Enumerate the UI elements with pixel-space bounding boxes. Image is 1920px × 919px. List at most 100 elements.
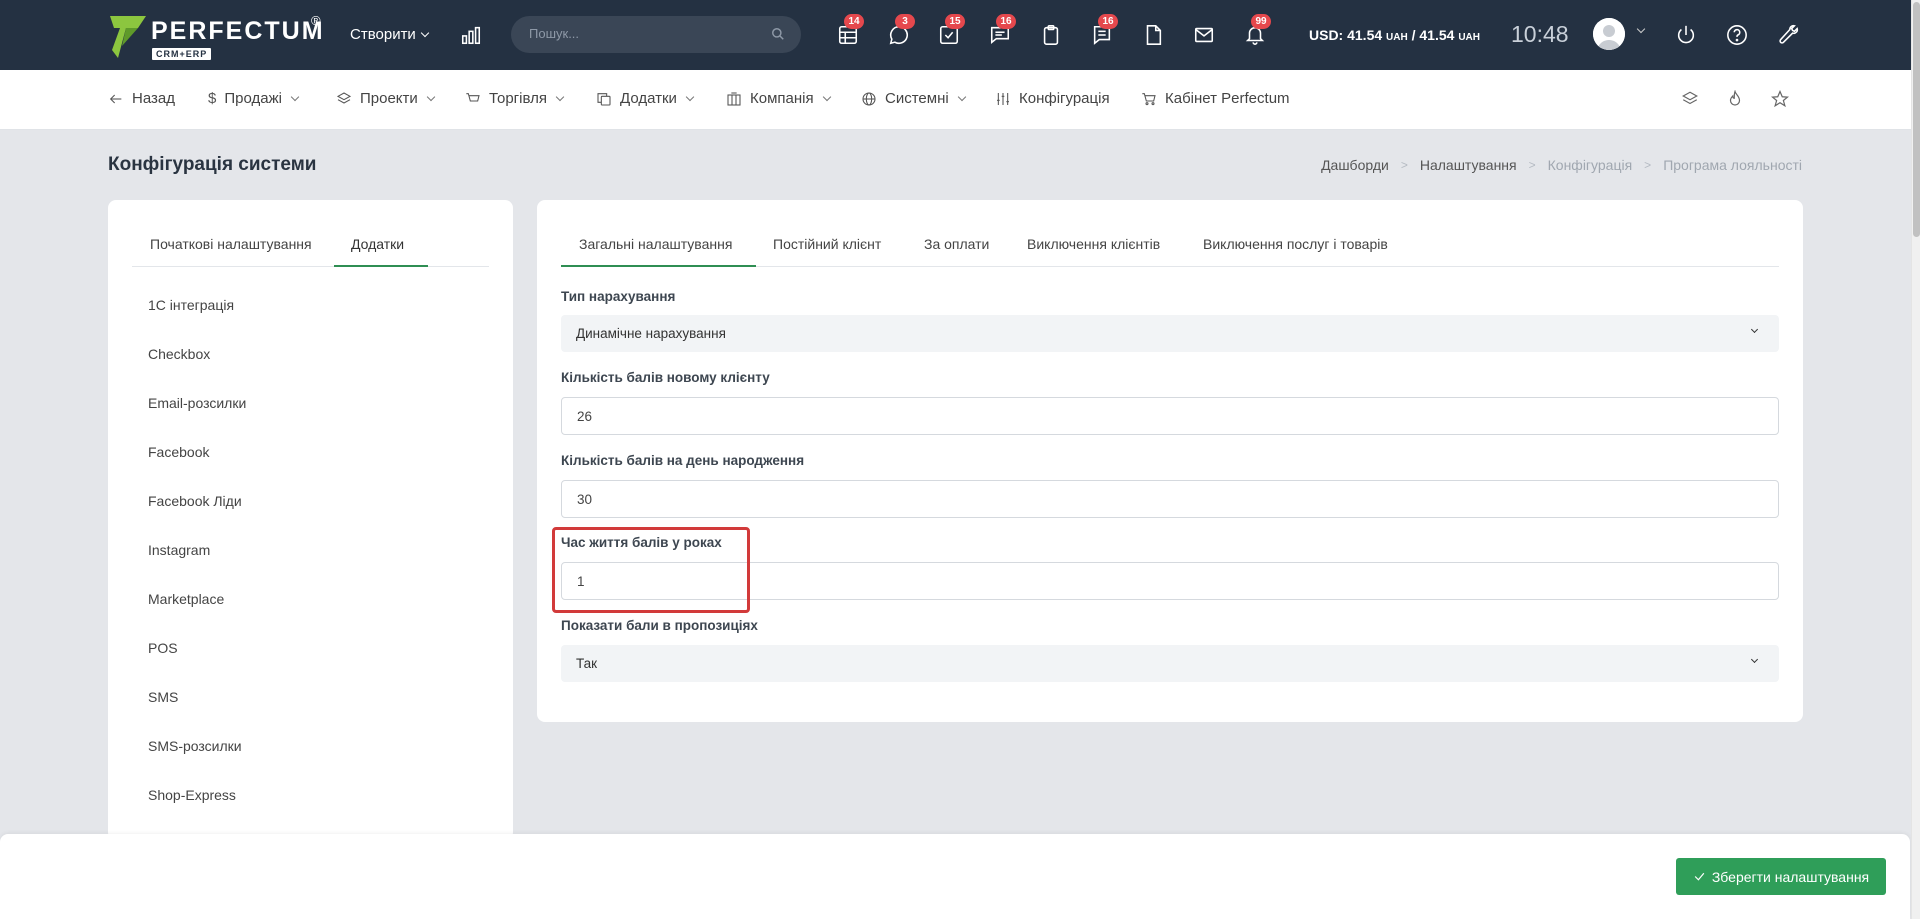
- shopping-cart-icon: [1142, 92, 1156, 105]
- chevron-down-icon: [822, 92, 831, 101]
- nav-projects[interactable]: Проекти: [336, 90, 436, 107]
- sidebar-item-sms[interactable]: SMS: [148, 689, 178, 705]
- copy-icon: [597, 92, 611, 106]
- top-header: PERFECTUM ® CRM+ERP Створити 14 3 15 16 …: [0, 0, 1911, 70]
- sidebar-item-pos[interactable]: POS: [148, 640, 178, 656]
- clipboard-button[interactable]: [1038, 22, 1064, 48]
- chevron-down-icon[interactable]: [1636, 24, 1646, 34]
- search-input[interactable]: [529, 26, 759, 41]
- breadcrumb-dashboards[interactable]: Дашборди: [1321, 157, 1389, 173]
- avatar[interactable]: [1593, 18, 1625, 50]
- create-dropdown[interactable]: Створити: [350, 26, 430, 43]
- layers-icon: [1682, 91, 1698, 105]
- notes-button[interactable]: 16: [1089, 14, 1118, 48]
- page-scrollbar[interactable]: [1911, 0, 1920, 919]
- file-button[interactable]: [1140, 22, 1166, 48]
- sidebar-item-shop-express[interactable]: Shop-Express: [148, 787, 236, 803]
- scrollbar-thumb[interactable]: [1913, 2, 1920, 237]
- tab-general-settings[interactable]: Загальні налаштування: [579, 236, 732, 252]
- flame-icon: [1729, 89, 1741, 106]
- power-icon: [1677, 25, 1695, 44]
- nav-system[interactable]: Системні: [861, 90, 966, 107]
- nav-sales[interactable]: $ Продажі: [208, 90, 300, 107]
- settings-sidebar: Початкові налаштування Додатки 1С інтегр…: [108, 200, 513, 840]
- currency-prefix: USD: 41.54: [1309, 27, 1383, 43]
- help-button[interactable]: [1724, 22, 1750, 48]
- sidebar-item-facebook-leads[interactable]: Facebook Ліди: [148, 493, 242, 509]
- mail-button[interactable]: [1191, 22, 1217, 48]
- sliders-icon: [997, 92, 1009, 105]
- sidebar-item-instagram[interactable]: Instagram: [148, 542, 210, 558]
- page-title: Конфігурація системи: [108, 154, 317, 175]
- layers-button[interactable]: [1681, 90, 1701, 110]
- breadcrumb-separator: >: [1644, 158, 1652, 172]
- form-tabs: Загальні налаштування Постійний клієнт З…: [561, 222, 1779, 267]
- notifications-button[interactable]: 99: [1242, 14, 1271, 48]
- logout-button[interactable]: [1673, 22, 1699, 48]
- help-icon: [1727, 25, 1747, 45]
- points-lifetime-label: Час життя балів у роках: [561, 535, 722, 550]
- nav-cabinet-label: Кабінет Perfectum: [1165, 90, 1290, 107]
- points-lifetime-input[interactable]: [561, 562, 1779, 600]
- nav-cabinet[interactable]: Кабінет Perfectum: [1141, 90, 1290, 107]
- save-settings-button[interactable]: Зберегти налаштування: [1676, 858, 1886, 895]
- table-button[interactable]: 14: [835, 14, 864, 48]
- tab-client-exclusions[interactable]: Виключення клієнтів: [1027, 236, 1160, 252]
- nav-addons[interactable]: Додатки: [596, 90, 695, 107]
- nav-config[interactable]: Конфігурація: [995, 90, 1110, 107]
- birthday-points-input[interactable]: [561, 480, 1779, 518]
- file-icon: [1146, 25, 1162, 45]
- sidebar-item-sms-mailing[interactable]: SMS-розсилки: [148, 738, 242, 754]
- nav-sales-label: Продажі: [224, 90, 282, 107]
- clipboard-icon: [1043, 25, 1059, 45]
- cart-icon: [466, 92, 480, 102]
- chevron-down-icon: [426, 92, 436, 101]
- tab-addons[interactable]: Додатки: [351, 236, 404, 252]
- chat-button[interactable]: 3: [886, 14, 915, 48]
- breadcrumb-separator: >: [1528, 158, 1536, 172]
- show-points-value: Так: [576, 656, 598, 671]
- fire-button[interactable]: [1726, 89, 1746, 110]
- search-icon[interactable]: [771, 27, 785, 41]
- sidebar-item-checkbox[interactable]: Checkbox: [148, 346, 210, 362]
- favorites-button[interactable]: [1770, 89, 1791, 110]
- nav-addons-label: Додатки: [620, 90, 677, 107]
- new-client-points-input[interactable]: [561, 397, 1779, 435]
- search-box[interactable]: [511, 16, 801, 53]
- logo[interactable]: PERFECTUM ® CRM+ERP: [108, 13, 328, 60]
- main-nav: Назад $ Продажі Проекти Торгівля Додатки…: [0, 70, 1911, 130]
- currency-sep: / 41.54: [1407, 27, 1455, 43]
- logo-subtitle: CRM+ERP: [152, 48, 212, 60]
- tasks-button[interactable]: 15: [936, 14, 965, 48]
- messages-button[interactable]: 16: [987, 14, 1016, 48]
- logo-registered: ®: [311, 13, 321, 28]
- tab-for-payment[interactable]: За оплати: [924, 236, 989, 252]
- tab-product-exclusions[interactable]: Виключення послуг і товарів: [1203, 236, 1388, 252]
- sidebar-item-email[interactable]: Email-розсилки: [148, 395, 246, 411]
- currency-unit: UAH: [1386, 32, 1408, 43]
- messages-badge: 16: [996, 14, 1016, 29]
- save-settings-label: Зберегти налаштування: [1711, 868, 1870, 885]
- accrual-type-select[interactable]: Динамічне нарахування: [561, 315, 1779, 352]
- chevron-down-icon: [1750, 325, 1759, 334]
- footer-bar: [0, 834, 1910, 919]
- settings-button[interactable]: [1775, 22, 1801, 48]
- sidebar-item-marketplace[interactable]: Marketplace: [148, 591, 224, 607]
- user-avatar-icon: [1593, 18, 1625, 50]
- tab-initial-settings[interactable]: Початкові налаштування: [150, 236, 312, 252]
- tab-regular-client[interactable]: Постійний клієнт: [773, 236, 881, 252]
- sidebar-item-1c[interactable]: 1С інтеграція: [148, 297, 234, 313]
- show-points-select[interactable]: Так: [561, 645, 1779, 682]
- accrual-type-value: Динамічне нарахування: [576, 326, 726, 341]
- nav-trade[interactable]: Торгівля: [465, 90, 565, 107]
- nav-system-label: Системні: [885, 90, 949, 107]
- nav-company[interactable]: Компанія: [726, 90, 831, 107]
- currency-unit-2: UAH: [1458, 32, 1480, 43]
- breadcrumb-settings[interactable]: Налаштування: [1420, 157, 1517, 173]
- breadcrumb-loyalty: Програма лояльності: [1663, 157, 1802, 173]
- notes-badge: 16: [1098, 14, 1118, 29]
- arrow-left-icon: [109, 94, 122, 103]
- stats-button[interactable]: [458, 22, 484, 48]
- nav-back[interactable]: Назад: [108, 90, 175, 107]
- sidebar-item-facebook[interactable]: Facebook: [148, 444, 209, 460]
